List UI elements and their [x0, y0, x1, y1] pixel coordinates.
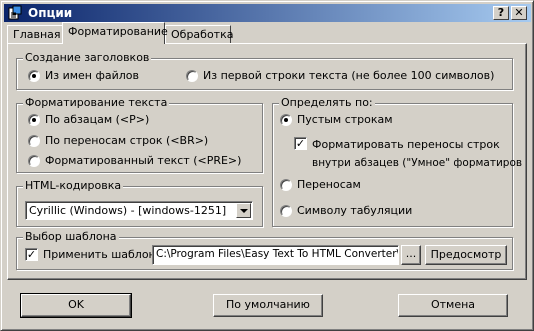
ok-button[interactable]: OK: [20, 293, 132, 318]
window-title: Опции: [28, 6, 73, 20]
smart-format-label-line1[interactable]: Форматировать переносы строк: [312, 138, 500, 151]
encoding-select-value: Cyrillic (Windows) - [windows-1251]: [29, 204, 227, 217]
detect-tab-char-radio[interactable]: [280, 205, 292, 217]
help-button[interactable]: ?: [493, 6, 509, 20]
app-icon: [8, 5, 22, 20]
template-group-label: Выбор шаблона: [23, 230, 119, 243]
detect-by-group-label: Определять по:: [279, 96, 375, 109]
apply-template-label[interactable]: Применить шаблон:: [43, 248, 159, 261]
headings-from-filenames-radio[interactable]: [28, 70, 40, 82]
browse-template-button[interactable]: ...: [401, 245, 421, 265]
headings-group-label: Создание заголовков: [23, 51, 152, 64]
format-paragraphs-label[interactable]: По абзацам (<P>): [45, 113, 149, 126]
cancel-button[interactable]: Отмена: [398, 294, 508, 317]
close-button[interactable]: ✕: [511, 6, 527, 20]
tab-formatting[interactable]: Форматирование: [62, 22, 168, 44]
encoding-select[interactable]: Cyrillic (Windows) - [windows-1251]: [25, 201, 253, 220]
headings-from-first-line-label[interactable]: Из первой строки текста (не более 100 си…: [203, 69, 494, 82]
format-line-breaks-label[interactable]: По переносам строк (<BR>): [45, 134, 208, 147]
encoding-group-label: HTML-кодировка: [23, 179, 124, 192]
chevron-down-icon[interactable]: [236, 203, 251, 218]
options-dialog: Опции ? ✕ Главная Форматирование Обработ…: [0, 0, 534, 331]
template-path-input[interactable]: C:\Program Files\Easy Text To HTML Conve…: [152, 245, 399, 265]
detect-empty-lines-radio[interactable]: [280, 114, 292, 126]
detect-empty-lines-label[interactable]: Пустым строкам: [297, 113, 393, 126]
format-line-breaks-radio[interactable]: [28, 135, 40, 147]
format-preformatted-radio[interactable]: [28, 155, 40, 167]
tab-main[interactable]: Главная: [7, 25, 64, 44]
detect-line-breaks-label[interactable]: Переносам: [297, 178, 361, 191]
headings-from-first-line-radio[interactable]: [186, 70, 198, 82]
title-bar[interactable]: Опции ? ✕: [4, 4, 531, 22]
apply-template-checkbox[interactable]: ✓: [25, 248, 38, 261]
defaults-button[interactable]: По умолчанию: [213, 294, 323, 317]
format-preformatted-label[interactable]: Форматированный текст (<PRE>): [45, 154, 241, 167]
format-paragraphs-radio[interactable]: [28, 114, 40, 126]
text-format-group-label: Форматирование текста: [23, 96, 170, 109]
tab-formatting-label: Форматирование: [68, 25, 168, 38]
tab-processing[interactable]: Обработка: [165, 25, 234, 44]
smart-format-checkbox[interactable]: ✓: [294, 137, 307, 150]
tab-processing-label: Обработка: [171, 28, 234, 41]
detect-tab-char-label[interactable]: Символу табуляции: [297, 204, 412, 217]
tab-main-label: Главная: [13, 28, 61, 41]
smart-format-label-line2[interactable]: внутри абзацев ("Умное" форматиров: [312, 157, 522, 169]
detect-line-breaks-radio[interactable]: [280, 179, 292, 191]
preview-template-button[interactable]: Предосмотр: [425, 245, 507, 265]
headings-from-filenames-label[interactable]: Из имен файлов: [45, 69, 139, 82]
